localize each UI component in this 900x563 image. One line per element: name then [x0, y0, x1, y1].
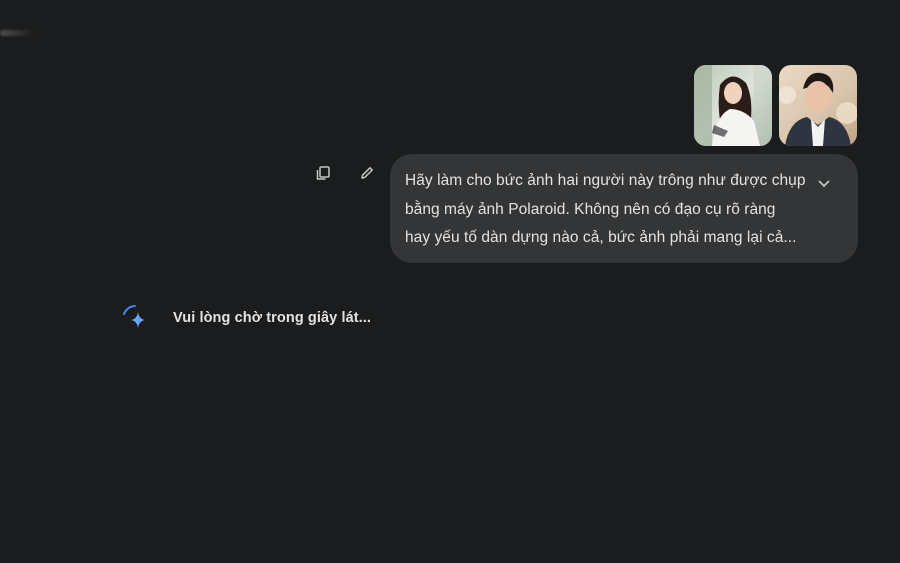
expand-prompt-button[interactable]: [816, 176, 832, 192]
edit-prompt-button[interactable]: [357, 163, 377, 183]
loading-status-text: Vui lòng chờ trong giây lát...: [173, 310, 372, 326]
copy-prompt-button[interactable]: [313, 163, 333, 183]
attachment-thumbnail-woman[interactable]: [694, 65, 772, 146]
user-prompt-bubble: Hãy làm cho bức ảnh hai người này trông …: [390, 154, 858, 263]
chevron-down-icon: [818, 180, 830, 187]
prompt-line: Hãy làm cho bức ảnh hai người này trông …: [405, 172, 806, 189]
response-loading-row: Vui lòng chờ trong giây lát...: [121, 302, 371, 334]
prompt-line: hay yếu tố dàn dựng nào cả, bức ảnh phải…: [405, 229, 797, 246]
attachment-thumbnail-man[interactable]: [779, 65, 857, 146]
gemini-spark-loading-icon: [123, 305, 145, 328]
top-edge-artifact: [0, 30, 34, 36]
copy-icon: [316, 166, 330, 180]
prompt-line: bằng máy ảnh Polaroid. Không nên có đạo …: [405, 200, 776, 218]
woman-portrait-photo: [694, 65, 772, 146]
man-portrait-photo: [779, 65, 857, 146]
pencil-icon: [361, 167, 373, 179]
chat-page: Hãy làm cho bức ảnh hai người này trông …: [0, 0, 900, 563]
